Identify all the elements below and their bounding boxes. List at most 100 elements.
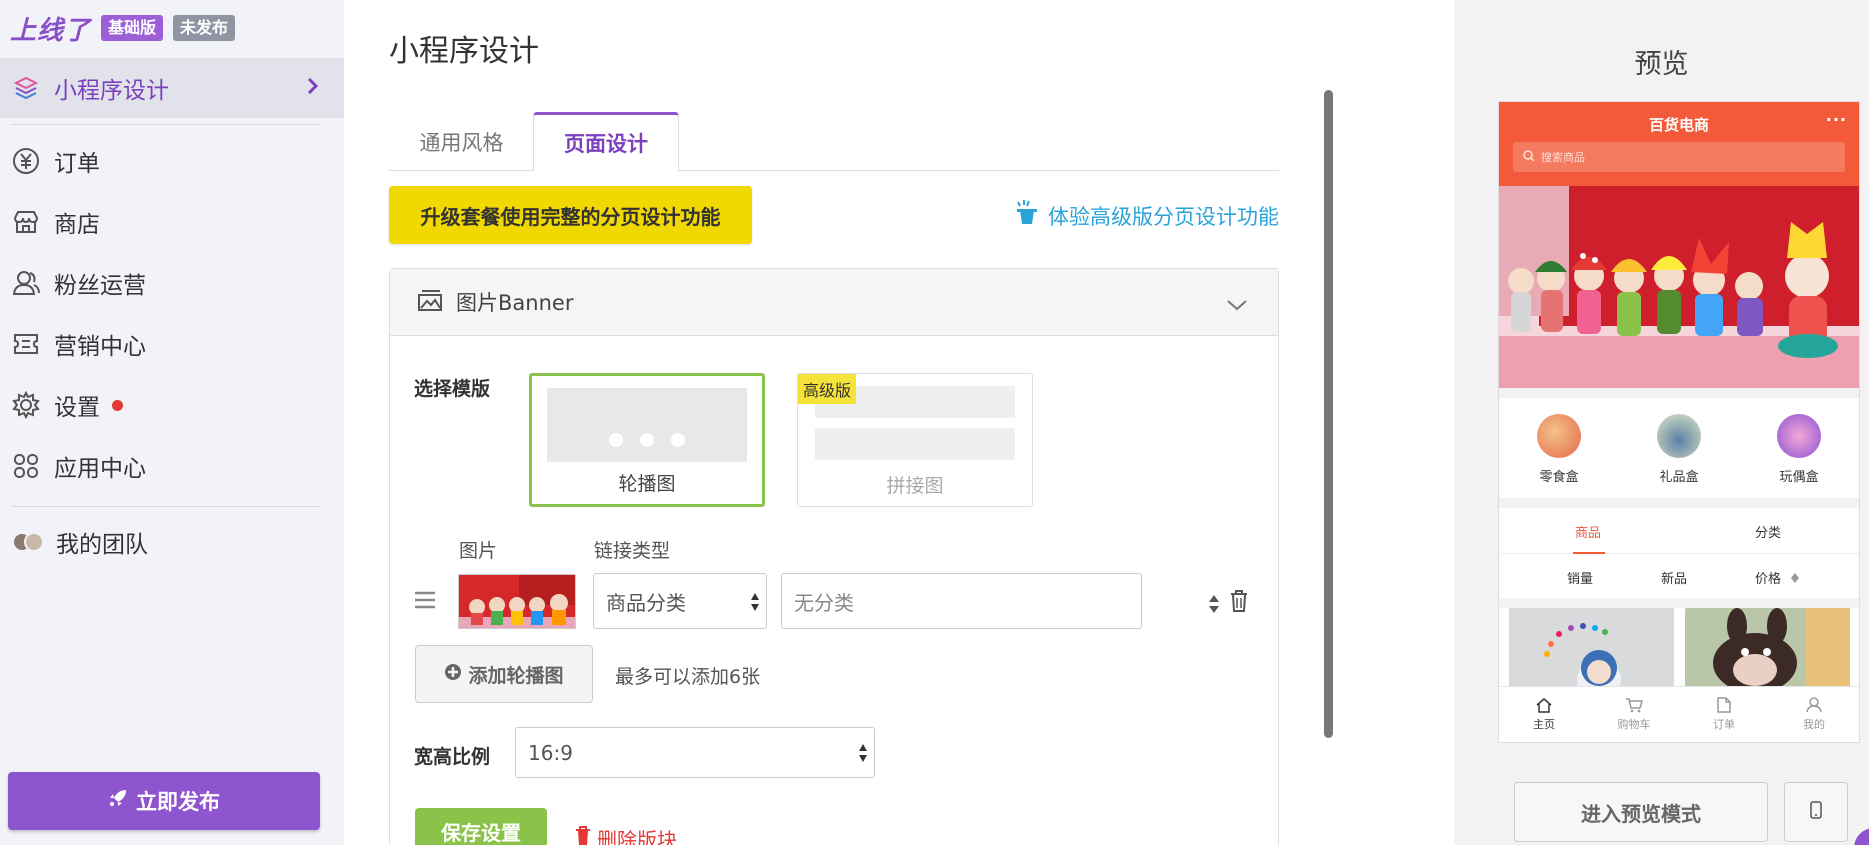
add-hint: 最多可以添加6张 xyxy=(615,666,761,688)
sidebar-item-miniapp-design[interactable]: 小程序设计 xyxy=(0,58,344,118)
team-avatar xyxy=(12,528,44,556)
ratio-value: 16:9 xyxy=(528,740,573,765)
add-carousel-button[interactable]: 添加轮播图 xyxy=(415,645,593,703)
publish-label: 立即发布 xyxy=(136,791,220,814)
phone-banner-image xyxy=(1499,186,1859,388)
sidebar: 上线了 基础版 未发布 小程序设计 订单 商店 粉丝运营 营销中心 设置 应用中… xyxy=(0,0,344,845)
collage-block xyxy=(815,428,1015,460)
sidebar-item-label: 我的团队 xyxy=(56,532,148,558)
carousel-preview xyxy=(547,388,747,462)
ticket-icon xyxy=(12,330,40,358)
mobile-phone-icon xyxy=(1810,801,1822,823)
gear-icon xyxy=(12,391,40,419)
sidebar-item-settings[interactable]: 设置 xyxy=(0,375,344,435)
panel-title: 图片Banner xyxy=(456,291,574,315)
delete-block-link[interactable]: 删除版块 xyxy=(575,824,677,845)
phone-sort-bar: 销量 新品 价格 xyxy=(1499,554,1859,598)
link-value-field[interactable]: 无分类 xyxy=(781,573,1142,629)
plus-circle-icon xyxy=(444,663,462,686)
link-type-value: 商品分类 xyxy=(606,590,686,615)
sidebar-item-store[interactable]: 商店 xyxy=(0,192,344,252)
select-arrows-icon xyxy=(750,590,760,619)
phone-separator xyxy=(1499,598,1859,608)
search-icon xyxy=(1523,149,1535,165)
phone-category-row: 零食盒 礼品盒 玩偶盒 xyxy=(1499,398,1859,498)
link-type-select[interactable]: 商品分类 xyxy=(593,573,767,629)
phone-nav-orders: 订单 xyxy=(1679,687,1769,742)
phone-header: 百货电商 ··· 搜索商品 xyxy=(1499,102,1859,186)
phone-nav-label: 购物车 xyxy=(1617,718,1651,731)
phone-category: 零食盒 xyxy=(1514,398,1604,498)
category-name: 零食盒 xyxy=(1539,470,1579,485)
scrollbar[interactable] xyxy=(1324,90,1333,738)
phone-product-image xyxy=(1509,608,1674,688)
sidebar-item-fans[interactable]: 粉丝运营 xyxy=(0,253,344,313)
shop-name: 百货电商 xyxy=(1648,116,1709,134)
phone-tabs: 商品 分类 xyxy=(1499,508,1859,554)
ratio-select[interactable]: 16:9 xyxy=(515,727,875,778)
diamond-sort-icon xyxy=(1791,572,1799,587)
template-name: 轮播图 xyxy=(618,473,676,495)
phone-nav-cart: 购物车 xyxy=(1589,687,1679,742)
sort-new: 新品 xyxy=(1661,572,1688,587)
save-settings-button[interactable]: 保存设置 xyxy=(415,808,547,845)
advanced-tag: 高级版 xyxy=(798,374,857,404)
phone-nav-label: 主页 xyxy=(1533,718,1555,731)
nav-divider xyxy=(12,124,320,125)
mobile-device-button[interactable] xyxy=(1784,782,1848,842)
select-arrows-icon xyxy=(858,741,868,770)
preview-panel: 预览 百货电商 ··· 搜索商品 零食盒 礼品盒 玩偶盒 商品 分类 销量 新品… xyxy=(1454,0,1869,845)
trash-icon xyxy=(575,826,591,845)
plan-badge: 基础版 xyxy=(101,15,164,41)
store-icon xyxy=(12,208,40,236)
phone-category: 礼品盒 xyxy=(1634,398,1724,498)
phone-separator xyxy=(1499,498,1859,508)
publish-button[interactable]: 立即发布 xyxy=(8,772,320,830)
fans-icon xyxy=(12,269,40,297)
tab-page-design[interactable]: 页面设计 xyxy=(533,112,679,172)
phone-product-image xyxy=(1685,608,1850,688)
sidebar-item-label: 设置 xyxy=(54,395,100,421)
drag-handle-icon[interactable] xyxy=(413,590,437,614)
sidebar-item-label: 商店 xyxy=(54,212,100,238)
enter-preview-button[interactable]: 进入预览模式 xyxy=(1514,782,1768,842)
template-carousel[interactable]: 轮播图 xyxy=(529,373,765,507)
more-icon: ··· xyxy=(1825,110,1847,129)
doll-box-image xyxy=(1777,414,1821,458)
sidebar-item-marketing[interactable]: 营销中心 xyxy=(0,314,344,374)
sort-sales: 销量 xyxy=(1567,572,1594,587)
tab-bar: 通用风格 页面设计 xyxy=(389,112,1279,172)
template-collage[interactable]: 高级版 拼接图 xyxy=(797,373,1033,507)
template-name: 拼接图 xyxy=(886,475,944,497)
upgrade-button[interactable]: 升级套餐使用完整的分页设计功能 xyxy=(389,186,752,244)
sidebar-item-label: 小程序设计 xyxy=(54,78,169,104)
sidebar-item-app-center[interactable]: 应用中心 xyxy=(0,436,344,496)
trash-icon[interactable] xyxy=(1230,590,1248,616)
sidebar-item-team[interactable]: 我的团队 xyxy=(0,512,344,572)
phone-tab-categories: 分类 xyxy=(1755,526,1782,541)
panel-header[interactable]: 图片Banner xyxy=(390,269,1278,336)
apps-icon xyxy=(12,452,40,480)
sidebar-item-orders[interactable]: 订单 xyxy=(0,131,344,191)
chevron-down-icon[interactable] xyxy=(1226,293,1248,317)
gift-box-image xyxy=(1657,414,1701,458)
search-placeholder: 搜索商品 xyxy=(1541,151,1585,164)
status-badge: 未发布 xyxy=(173,15,236,41)
trial-advanced-link[interactable]: 体验高级版分页设计功能 xyxy=(1012,198,1279,233)
phone-nav-label: 订单 xyxy=(1713,718,1735,731)
banner-thumbnail[interactable] xyxy=(458,574,576,629)
phone-nav-label: 我的 xyxy=(1803,718,1825,731)
help-float-button[interactable] xyxy=(1854,828,1869,845)
sort-arrows-icon[interactable] xyxy=(1208,592,1220,620)
sidebar-item-label: 应用中心 xyxy=(54,456,146,482)
delete-block-label: 删除版块 xyxy=(597,828,677,845)
nav-divider xyxy=(12,506,320,507)
chevron-right-icon xyxy=(306,76,320,102)
trial-link-text: 体验高级版分页设计功能 xyxy=(1048,204,1279,229)
magic-hat-icon xyxy=(1012,198,1042,233)
brand-logo[interactable]: 上线了 xyxy=(10,10,91,47)
phone-search-bar: 搜索商品 xyxy=(1513,142,1845,172)
page-title: 小程序设计 xyxy=(389,34,539,69)
tab-general-style[interactable]: 通用风格 xyxy=(389,112,534,171)
phone-separator xyxy=(1499,388,1859,398)
